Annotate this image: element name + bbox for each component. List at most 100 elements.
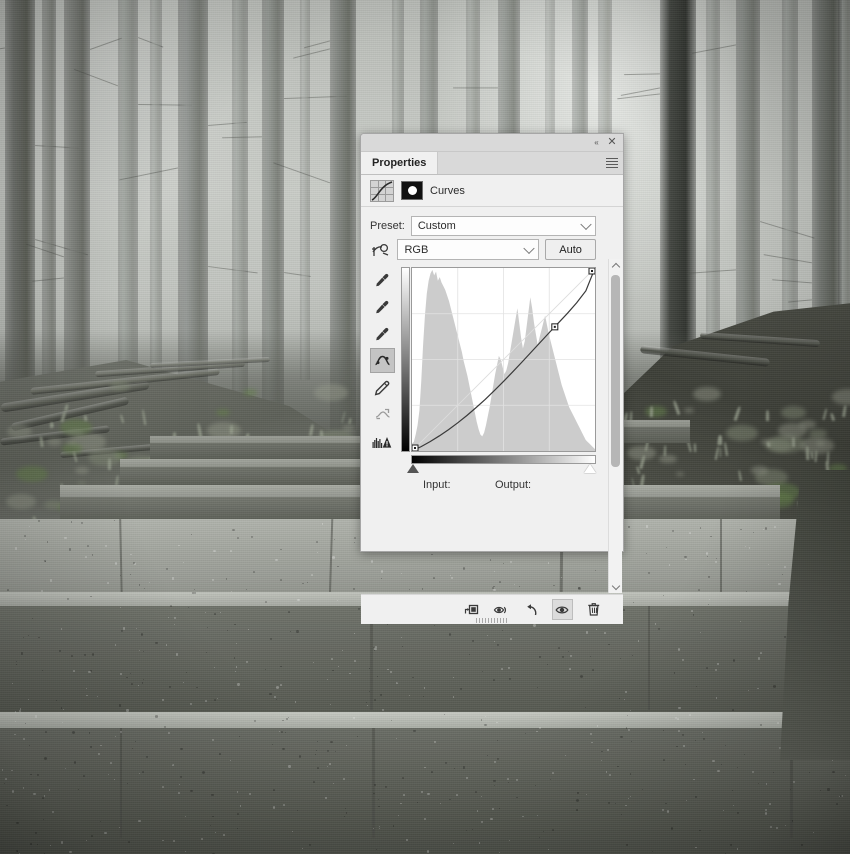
stone-speckle [16, 821, 19, 824]
stone-speckle [773, 685, 776, 688]
stone-speckle [751, 770, 754, 773]
on-image-adjust-icon[interactable] [370, 241, 391, 259]
stone-speckle [44, 757, 47, 760]
stone-speckle [374, 646, 377, 648]
stone-speckle [622, 608, 625, 611]
grass-blade [814, 450, 817, 463]
grass-blade [229, 425, 233, 435]
stone-speckle [354, 632, 355, 634]
black-point-eyedropper-tool[interactable] [370, 267, 395, 292]
stone-speckle [767, 563, 769, 565]
tab-properties[interactable]: Properties [361, 152, 439, 174]
stone-speckle [172, 764, 174, 766]
scrollbar-thumb[interactable] [611, 275, 620, 467]
stone-speckle [236, 791, 239, 793]
stone-speckle [287, 717, 289, 718]
stone-speckle [60, 841, 63, 844]
stone-speckle [143, 678, 145, 680]
stone-speckle [353, 536, 356, 540]
close-panel-button[interactable]: ✕ [605, 136, 619, 149]
histogram-clipping-warning[interactable] [370, 429, 395, 454]
toggle-layer-visibility-button[interactable] [552, 599, 573, 620]
moss-patch [692, 386, 721, 401]
stone-speckle [732, 659, 736, 662]
stone-speckle [677, 729, 681, 732]
paving-seam [719, 518, 723, 602]
stone-speckle [765, 783, 767, 785]
channel-dropdown[interactable]: RGB [397, 239, 540, 260]
stone-speckle [180, 747, 183, 751]
panel-resize-grip[interactable] [476, 618, 508, 623]
moss-patch [815, 440, 825, 446]
auto-button[interactable]: Auto [545, 239, 596, 260]
stone-speckle [784, 824, 786, 826]
curves-grid-icon[interactable] [370, 179, 394, 202]
view-previous-state-button[interactable] [492, 600, 511, 619]
curve-control-points[interactable] [412, 268, 595, 451]
stone-speckle [85, 840, 87, 841]
delete-adjustment-layer-button[interactable] [584, 600, 603, 619]
stone-speckle [353, 542, 355, 543]
stone-speckle [280, 683, 282, 686]
stone-speckle [453, 768, 455, 769]
stone-speckle [808, 771, 810, 773]
stone-speckle [162, 699, 164, 701]
stone-speckle [522, 815, 524, 818]
properties-panel[interactable]: « ✕ Properties Curves Preset: Custom RGB… [360, 133, 624, 624]
stone-speckle [167, 731, 170, 734]
black-point-slider[interactable] [407, 464, 419, 473]
curve-point-tool[interactable] [369, 348, 395, 373]
stone-speckle [373, 698, 376, 702]
stone-speckle [539, 656, 541, 659]
stone-speckle [712, 759, 715, 763]
stone-speckle [498, 807, 500, 809]
stone-speckle [576, 799, 579, 802]
stone-speckle [507, 781, 509, 783]
gray-point-eyedropper-tool[interactable] [370, 294, 395, 319]
stone-speckle [401, 776, 404, 779]
input-gradient-bar [411, 455, 596, 464]
stone-speckle [701, 731, 703, 733]
stone-speckle [110, 761, 112, 764]
chevron-down-icon[interactable] [609, 580, 622, 593]
hamburger-menu-icon[interactable] [606, 157, 618, 169]
curves-graph[interactable] [411, 267, 596, 452]
stone-speckle [448, 633, 452, 636]
stone-speckle [376, 676, 378, 677]
stone-speckle [297, 598, 300, 602]
white-point-eyedropper-tool[interactable] [370, 321, 395, 346]
stone-speckle [34, 715, 37, 718]
stone-speckle [212, 815, 214, 818]
stone-speckle [769, 826, 772, 829]
smooth-curve-tool[interactable] [370, 402, 395, 427]
stone-speckle [400, 802, 402, 804]
preset-label: Preset: [370, 220, 405, 232]
stone-speckle [302, 582, 304, 585]
stone-speckle [459, 688, 462, 691]
chevron-up-icon[interactable] [609, 259, 622, 272]
stone-speckle [118, 704, 122, 707]
stone-speckle [235, 642, 237, 644]
stone-speckle [250, 535, 253, 538]
collapse-panel-button[interactable]: « [589, 136, 603, 149]
stone-speckle [496, 757, 499, 760]
adjustment-title: Curves [430, 184, 465, 197]
stone-speckle [183, 682, 184, 683]
stone-speckle [114, 778, 115, 780]
stone-speckle [717, 663, 719, 665]
stone-speckle [746, 591, 747, 592]
tree-trunk [300, 0, 310, 380]
stone-speckle [663, 729, 664, 731]
white-point-slider[interactable] [584, 464, 596, 473]
layer-mask-thumbnail[interactable] [401, 181, 423, 200]
grass-blade [83, 414, 87, 421]
foreground-step-2-tread [0, 712, 850, 728]
clip-to-layer-button[interactable] [462, 600, 481, 619]
stone-speckle [424, 767, 426, 769]
panel-scrollbar[interactable] [608, 259, 622, 593]
stone-speckle [51, 810, 54, 814]
stone-speckle [705, 552, 709, 555]
preset-dropdown[interactable]: Custom [410, 216, 596, 236]
pencil-draw-tool[interactable] [370, 375, 395, 400]
reset-adjustment-button[interactable] [522, 600, 541, 619]
